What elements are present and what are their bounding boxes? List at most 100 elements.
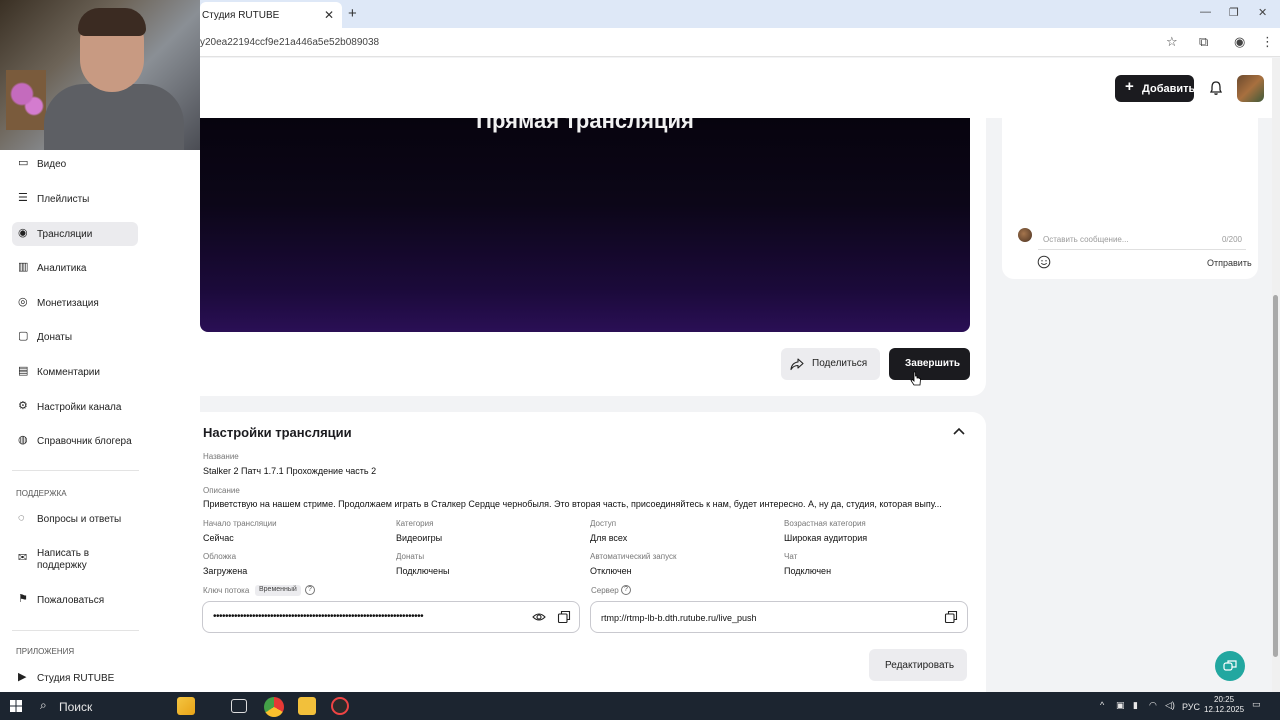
emoji-icon[interactable] (1037, 255, 1051, 269)
eye-icon[interactable] (532, 610, 546, 624)
setting-value: Для всех (590, 533, 628, 543)
name-value: Stalker 2 Патч 1.7.1 Прохождение часть 2 (203, 466, 377, 476)
mouse-cursor-icon (910, 371, 921, 386)
sidebar-item[interactable]: ◎ Монетизация (12, 291, 138, 315)
stream-key-field[interactable]: ••••••••••••••••••••••••••••••••••••••••… (202, 601, 580, 633)
taskbar-search-label: Поиск (59, 700, 93, 714)
webcam-background (6, 70, 46, 130)
server-value: rtmp://rtmp-lb-b.dth.rutube.ru/live_push (601, 613, 757, 623)
profile-icon[interactable]: ◉ (1234, 34, 1245, 50)
language-indicator[interactable]: РУС (1182, 702, 1200, 712)
setting-value: Видеоигры (396, 533, 443, 543)
end-button-label: Завершить (905, 358, 961, 369)
window-close-icon[interactable]: ✕ (1258, 6, 1267, 19)
stream-key-label: Ключ потока (203, 586, 250, 595)
sidebar-item[interactable]: ⚑ Пожаловаться (12, 588, 138, 612)
temporary-badge: Временный (255, 585, 301, 596)
add-button[interactable]: + Добавить (1115, 75, 1196, 102)
sidebar-item-label: Вопросы и ответы (37, 514, 122, 525)
help-icon: ◍ (18, 434, 28, 446)
clock-date: 12.12.2025 (1204, 705, 1245, 714)
tray-chevron-icon[interactable]: ^ (1100, 700, 1104, 710)
tray-volume-icon[interactable]: ◁) (1165, 700, 1175, 711)
sidebar-item[interactable]: ▥ Аналитика (12, 256, 138, 280)
name-label: Название (203, 452, 239, 461)
setting-label: Начало трансляции (203, 519, 277, 528)
server-help-icon[interactable]: ? (621, 585, 631, 595)
new-tab-button[interactable]: + (348, 5, 357, 22)
support-chat-button[interactable] (1215, 651, 1245, 681)
sidebar-item[interactable]: ⚙ Настройки канала (12, 395, 138, 419)
setting-value: Загружена (203, 566, 248, 576)
copy-icon[interactable] (944, 610, 958, 624)
task-view-icon[interactable] (231, 699, 247, 713)
apps-heading: ПРИЛОЖЕНИЯ (16, 647, 75, 656)
analytics-icon: ▥ (18, 261, 29, 273)
add-button-label: Добавить (1142, 83, 1196, 95)
support-heading: ПОДДЕРЖКА (16, 489, 67, 498)
taskbar-search[interactable]: ⌕ Поиск (32, 694, 172, 718)
tray-wifi-icon[interactable]: ◠ (1149, 700, 1157, 711)
scrollbar-thumb[interactable] (1273, 295, 1278, 657)
bookmark-star-icon[interactable]: ☆ (1166, 34, 1178, 50)
webcam-overlay (0, 0, 200, 150)
sidebar-item[interactable]: ☰ Плейлисты (12, 187, 138, 211)
sidebar-item[interactable]: ▢ Донаты (12, 325, 138, 349)
chrome-icon[interactable] (264, 697, 284, 717)
comments-icon: ▤ (18, 365, 29, 377)
chat-char-counter: 0/200 (1221, 235, 1242, 244)
setting-label: Категория (396, 519, 434, 528)
windows-start-icon[interactable] (10, 700, 22, 712)
obs-icon[interactable] (331, 697, 349, 715)
extensions-icon[interactable]: ⧉ (1199, 34, 1208, 50)
tab-title: Студия RUTUBE (202, 10, 280, 21)
browser-tab[interactable]: Студия RUTUBE ✕ (200, 2, 342, 28)
widget-icon[interactable] (177, 697, 195, 715)
monetization-icon: ◎ (18, 296, 28, 308)
url-text[interactable]: y20ea22194ccf9e21a446a5e52b089038 (200, 37, 379, 48)
bell-icon[interactable] (1208, 80, 1224, 96)
setting-label: Доступ (590, 519, 617, 528)
setting-label: Обложка (203, 552, 237, 561)
sidebar-item-label: Написать в поддержку (37, 548, 90, 571)
sidebar-item[interactable]: ▶ Студия RUTUBE (12, 666, 138, 690)
tray-network-icon[interactable]: ▣ (1116, 700, 1125, 711)
user-avatar[interactable] (1237, 75, 1264, 102)
taskbar-clock[interactable]: 20:25 12.12.2025 (1204, 695, 1244, 715)
sidebar-item[interactable]: ◌ Вопросы и ответы (12, 507, 138, 531)
tray-battery-icon[interactable]: ▮ (1133, 700, 1138, 711)
sidebar-item-label: Пожаловаться (37, 595, 105, 606)
sidebar-item[interactable]: ◍ Справочник блогера (12, 429, 138, 453)
chat-message-input[interactable]: Оставить сообщение... 0/200 (1038, 228, 1246, 250)
stream-key-help-icon[interactable]: ? (305, 585, 315, 595)
sidebar-item[interactable]: ✉ Написать в поддержку (12, 547, 138, 571)
sidebar-divider (12, 630, 139, 631)
broadcast-icon: ◉ (18, 227, 28, 239)
sidebar-item[interactable]: ▭ Видео (12, 152, 138, 176)
gear-icon: ⚙ (18, 400, 28, 412)
chat-send-button[interactable]: Отправить (1207, 258, 1252, 268)
chat-bubbles-icon (1223, 660, 1237, 671)
share-button-label: Поделиться (812, 358, 868, 369)
maximize-icon[interactable]: ❐ (1229, 6, 1239, 19)
chat-placeholder: Оставить сообщение... (1043, 235, 1129, 244)
browser-menu-icon[interactable]: ⋮ (1261, 34, 1274, 50)
share-button[interactable]: Поделиться (781, 348, 880, 380)
copy-icon[interactable] (557, 610, 571, 624)
notifications-icon[interactable]: ▭ (1252, 699, 1261, 710)
edit-button[interactable]: Редактировать (869, 649, 967, 681)
description-value: Приветствую на нашем стриме. Продолжаем … (203, 499, 942, 509)
server-field[interactable]: rtmp://rtmp-lb-b.dth.rutube.ru/live_push (590, 601, 968, 633)
file-explorer-icon[interactable] (298, 697, 316, 715)
video-icon: ▭ (18, 157, 29, 169)
webcam-person-hair (78, 8, 146, 36)
chevron-up-icon[interactable] (952, 426, 966, 436)
sidebar-item[interactable]: ◉ Трансляции (12, 222, 138, 246)
sidebar-item[interactable]: ▤ Комментарии (12, 360, 138, 384)
video-player[interactable]: Прямая трансляция (200, 118, 970, 332)
minimize-icon[interactable]: — (1200, 6, 1211, 18)
end-broadcast-button[interactable]: Завершить (889, 348, 970, 380)
tab-close-icon[interactable]: ✕ (324, 8, 334, 22)
setting-value: Подключен (784, 566, 832, 576)
playlist-icon: ☰ (18, 192, 28, 204)
